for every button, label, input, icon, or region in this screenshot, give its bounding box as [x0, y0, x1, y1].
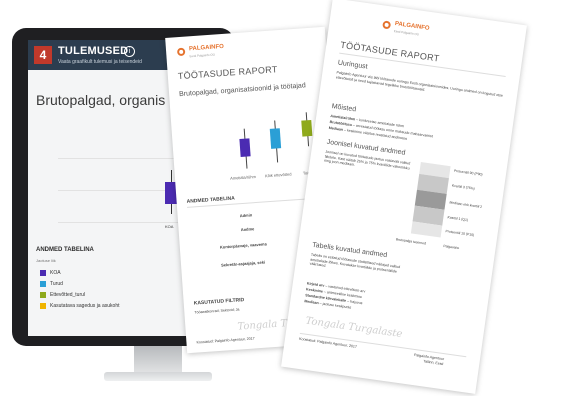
section-heading: Uuringust: [337, 59, 369, 71]
term: Mediaan: [328, 125, 344, 132]
footer: Koostatud: Palgainfo Agentuur, 2017: [196, 336, 255, 345]
section-text: Tabelis on esitatud töötasude statistili…: [309, 252, 401, 274]
report-title: TÖÖTASUDE RAPORT: [177, 64, 278, 82]
legend-label-1: Turud: [50, 281, 63, 287]
palgainfo-logo-icon: [177, 47, 186, 56]
filters-text: Tööaeatkonrad; Sektorid; Ja: [194, 307, 240, 315]
table-row: Kontorpäevaje, vaavema: [219, 241, 267, 250]
stack-axis-label: Palgavahe: [443, 243, 460, 251]
table-title: ANDMED TABELINA: [36, 247, 94, 253]
stack-label: Protsentiil 10 (P10): [445, 229, 475, 238]
step-number: 4: [34, 46, 52, 64]
stack-label: Kvartiil 3 (75%): [451, 183, 475, 191]
brand-name: PALGAINFO: [188, 43, 225, 53]
stack-label: Kvartiil 1 (Q1): [447, 215, 469, 223]
brand-sub: Eesti Palgainfo OÜ: [393, 29, 420, 37]
legend-swatch-1: [40, 281, 46, 287]
chart-title: Brutopalgad, organis: [36, 92, 166, 108]
info-icon[interactable]: i: [124, 46, 135, 57]
brand-sub: Eesti Palgainfo OÜ: [189, 52, 215, 59]
palgainfo-logo-icon: [382, 20, 391, 29]
filters-title: KASUTATUD FILTRID: [193, 297, 245, 307]
legend-label-0: KOA: [50, 270, 61, 276]
table-header: Jaotuse liik: [36, 258, 56, 263]
term: Mediaan: [304, 299, 319, 306]
legend-swatch-3: [40, 303, 46, 309]
term-desc: hajuvus: [349, 299, 363, 306]
table-row: Andme: [240, 226, 255, 233]
box-plot: [301, 119, 313, 137]
legend-label-2: Ettevõtted_turul: [50, 292, 86, 298]
monitor-foot: [104, 372, 212, 381]
x-label: Ametiala/rühm: [229, 173, 257, 181]
table-row: Admin: [239, 212, 253, 219]
section-heading: Mõisted: [331, 103, 357, 114]
report-subtitle: Brutopalgad, organisatsioonid ja töötaja…: [178, 82, 306, 99]
legend-swatch-0: [40, 270, 46, 276]
stack-label: Mediaan ehk kvartiil 2: [449, 200, 483, 209]
box-plot: [239, 138, 251, 157]
section-text: Palgainfo Agentuur viis läbi töötasude u…: [335, 70, 504, 98]
stack-label: Protsentiil 90 (P90): [453, 168, 483, 177]
legend-label-3: Kasutatava sagedus ja asukoht: [50, 303, 120, 309]
box-plot: [269, 128, 282, 149]
x-label: Kõik ettevõtted: [264, 171, 292, 179]
stack-axis-label: Brutopalga tasemed: [395, 237, 427, 246]
table-row: Sekretär-asjaajaja, seki: [220, 259, 266, 268]
results-subtitle: Vaata graafikult tulemusi ja teisendeid: [58, 59, 142, 65]
contact: Palgainfo Agentuur Tallinn, Eesti: [413, 352, 445, 366]
x-label: KOA: [165, 224, 174, 229]
legend-swatch-2: [40, 292, 46, 298]
results-title: TULEMUSED: [58, 45, 129, 57]
